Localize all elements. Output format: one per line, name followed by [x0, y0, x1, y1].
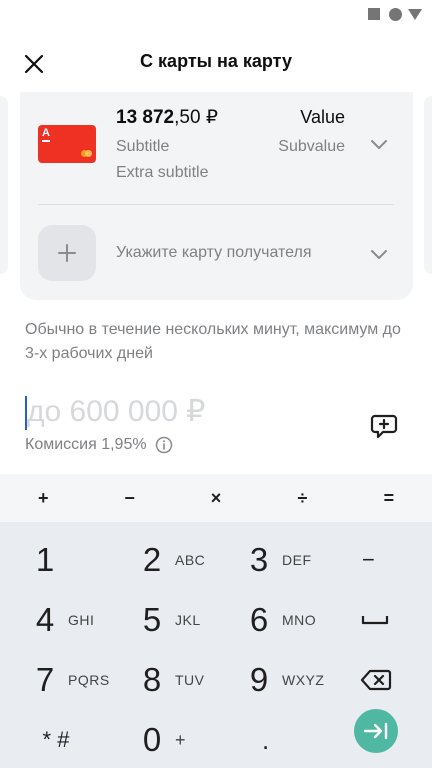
- prev-card-peek[interactable]: [0, 96, 8, 274]
- bank-logo: А: [42, 127, 50, 139]
- recipient-card-label[interactable]: Укажите карту получателя: [116, 244, 312, 262]
- key-7[interactable]: 7 PQRS: [30, 652, 110, 708]
- key-6[interactable]: 6 MNO: [244, 592, 316, 648]
- key-letters: GHI: [68, 612, 95, 628]
- triangle-icon: [408, 9, 422, 20]
- source-card-balance: 13 872,50 ₽: [116, 106, 218, 129]
- key-letters: JKL: [175, 612, 201, 628]
- amount-input[interactable]: до 600 000 ₽: [25, 394, 345, 434]
- key-symbol: −: [362, 547, 375, 572]
- source-card-value: Value: [300, 107, 345, 127]
- source-card-image[interactable]: А: [38, 125, 96, 163]
- key-1[interactable]: 1: [30, 532, 60, 588]
- key-backspace[interactable]: [360, 652, 392, 708]
- key-plus[interactable]: +: [0, 474, 86, 522]
- key-symbol: .: [262, 724, 270, 755]
- key-letters: WXYZ: [282, 672, 325, 688]
- key-letters: MNO: [282, 612, 317, 628]
- header: С карты на карту: [0, 36, 432, 90]
- key-number: 3: [249, 541, 269, 578]
- square-icon: [368, 8, 380, 20]
- status-bar: [0, 0, 432, 28]
- add-recipient-card-button[interactable]: [38, 225, 96, 281]
- key-5[interactable]: 5 JKL: [137, 592, 201, 648]
- key-number: 5: [142, 601, 162, 638]
- key-minus[interactable]: −: [362, 532, 375, 588]
- key-number: 0: [142, 721, 162, 758]
- key-number: 8: [142, 661, 162, 698]
- circle-icon: [389, 8, 402, 21]
- key-divide[interactable]: ÷: [259, 474, 345, 522]
- key-number: 2: [142, 541, 162, 578]
- amount-placeholder: до 600 000 ₽: [27, 395, 206, 428]
- backspace-icon: [360, 669, 392, 691]
- key-space[interactable]: [360, 592, 390, 648]
- key-symbol: * #: [42, 727, 70, 752]
- chevron-down-icon[interactable]: [370, 248, 388, 260]
- key-multiply[interactable]: ×: [173, 474, 259, 522]
- key-letters: +: [175, 729, 187, 750]
- key-0[interactable]: 0 +: [137, 712, 186, 768]
- balance-whole: 13 872: [116, 107, 175, 128]
- key-8[interactable]: 8 TUV: [137, 652, 205, 708]
- comment-add-icon: [370, 414, 398, 439]
- enter-icon: [363, 722, 388, 740]
- key-star-hash[interactable]: * #: [30, 712, 82, 768]
- divider: [38, 204, 394, 205]
- key-minus-op[interactable]: −: [86, 474, 172, 522]
- commission-label: Комиссия 1,95%: [25, 436, 147, 453]
- key-letters: PQRS: [68, 672, 110, 688]
- bank-logo-bar: [42, 140, 50, 142]
- key-number: 1: [35, 541, 55, 578]
- key-9[interactable]: 9 WXYZ: [244, 652, 324, 708]
- commission-info: Комиссия 1,95%: [25, 436, 173, 454]
- add-comment-button[interactable]: [368, 410, 400, 442]
- source-card-extra-subtitle: Extra subtitle: [116, 164, 209, 181]
- operator-row: + − × ÷ =: [0, 474, 432, 522]
- key-number: 4: [35, 601, 55, 638]
- key-letters: ABC: [175, 552, 206, 568]
- space-icon: [361, 616, 389, 625]
- key-number: 7: [35, 661, 55, 698]
- enter-button[interactable]: [354, 709, 398, 753]
- balance-fraction: ,50 ₽: [174, 107, 218, 128]
- transfer-card-panel: А 13 872,50 ₽ Subtitle Extra subtitle Va…: [20, 92, 413, 300]
- transfer-time-info: Обычно в течение нескольких минут, макси…: [25, 321, 401, 362]
- key-3[interactable]: 3 DEF: [244, 532, 312, 588]
- numeric-keyboard: + − × ÷ = 1 2 ABC 3 DEF − 4 GHI 5 JKL 6 …: [0, 474, 432, 768]
- key-decimal[interactable]: .: [262, 712, 269, 768]
- key-2[interactable]: 2 ABC: [137, 532, 205, 588]
- source-card-subvalue: Subvalue: [278, 138, 345, 155]
- chevron-down-icon[interactable]: [370, 138, 388, 150]
- key-letters: DEF: [282, 552, 312, 568]
- info-icon[interactable]: [155, 436, 173, 454]
- key-4[interactable]: 4 GHI: [30, 592, 94, 648]
- key-number: 9: [249, 661, 269, 698]
- key-number: 6: [249, 601, 269, 638]
- key-letters: TUV: [175, 672, 205, 688]
- page-title: С карты на карту: [140, 51, 292, 71]
- mastercard-icon-right: [85, 150, 92, 157]
- plus-icon: [58, 244, 76, 262]
- source-card-subtitle: Subtitle: [116, 138, 170, 155]
- next-card-peek[interactable]: [424, 96, 432, 274]
- key-equals[interactable]: =: [346, 474, 432, 522]
